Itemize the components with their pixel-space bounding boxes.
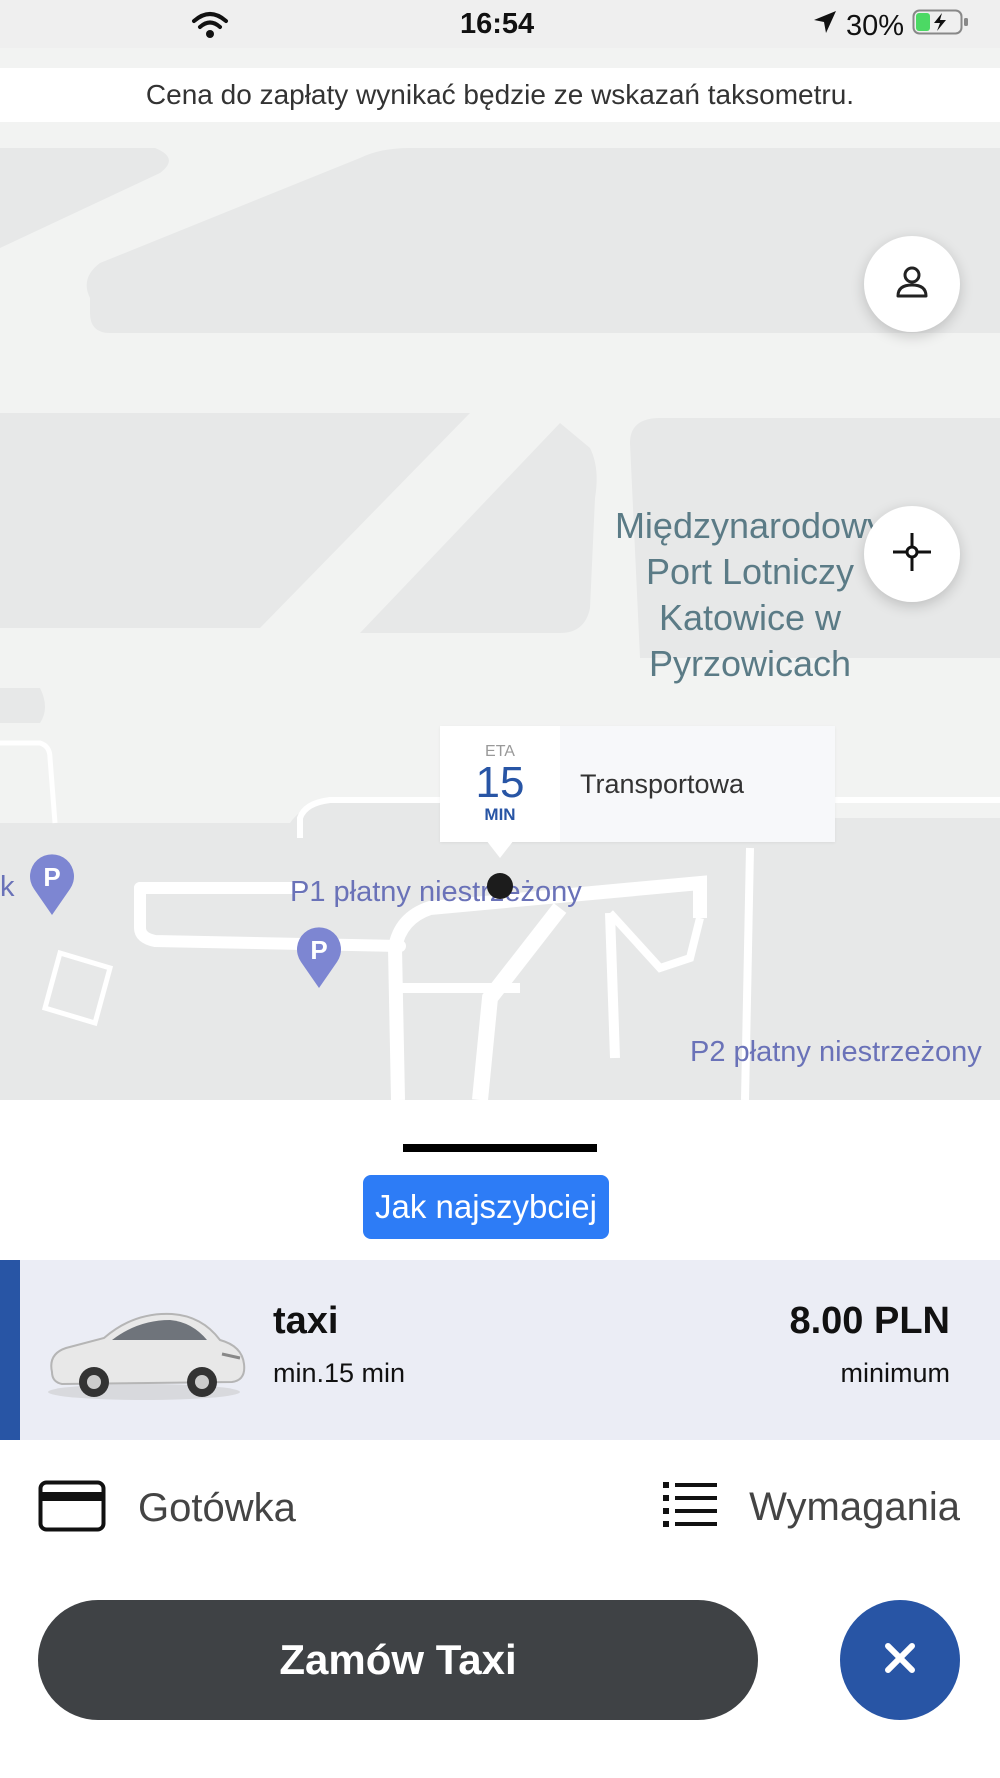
eta-value: 15 [475,758,525,807]
payment-method-button[interactable]: Gotówka [38,1480,296,1537]
order-sheet: Jak najszybciej taxi min.15 min 8.00 PLN… [0,1100,1000,1778]
airport-label-line: Katowice w [658,597,842,638]
eta-box: ETA 15 MIN [440,726,560,842]
price-notice-text: Cena do zapłaty wynikać będzie ze wskaza… [145,79,855,110]
airport-label-line: Międzynarodowy [614,505,886,546]
eta-callout[interactable]: ETA 15 MIN Transportowa [440,726,835,842]
profile-button[interactable] [864,236,960,332]
time-option-button[interactable]: Jak najszybciej [363,1175,609,1239]
status-bar: 16:54 30% [0,0,1000,48]
requirements-label: Wymagania [749,1485,960,1529]
payment-method-label: Gotówka [138,1486,296,1530]
order-taxi-button[interactable]: Zamów Taxi [38,1600,758,1720]
svg-text:P: P [310,935,327,965]
parking-label: k [0,871,15,903]
parking-marker-icon[interactable]: P [28,853,76,922]
wifi-icon [190,10,230,45]
battery-charging-icon [912,8,970,44]
service-option[interactable]: taxi min.15 min 8.00 PLN minimum [0,1260,1000,1440]
locate-icon [891,531,933,578]
eta-pointer [486,840,514,858]
profile-icon [892,262,932,307]
cancel-button[interactable] [840,1600,960,1720]
eta-unit: MIN [484,805,516,824]
sheet-drag-handle[interactable] [403,1144,597,1152]
pickup-pin [487,873,513,899]
map-view[interactable]: Cena do zapłaty wynikać będzie ze wskaza… [0,48,1000,1100]
car-icon [42,1302,247,1407]
airport-label: Międzynarodowy Port Lotniczy Katowice w … [600,503,900,687]
parking-label-p2: P2 płatny niestrzeżony [690,1036,982,1068]
status-right: 30% [812,8,970,44]
service-price: 8.00 PLN [789,1300,950,1342]
battery-percent: 30% [845,9,904,42]
requirements-button[interactable]: Wymagania [663,1480,960,1535]
svg-text:P: P [43,862,60,892]
list-icon [663,1480,718,1535]
locate-button[interactable] [864,506,960,602]
service-name: taxi [273,1300,339,1342]
credit-card-icon [38,1480,106,1537]
status-time: 16:54 [460,8,535,40]
airport-label-line: Pyrzowicach [648,643,852,684]
parking-label-p1: P1 płatny niestrzeżony [290,876,582,908]
airport-label-line: Port Lotniczy [645,551,855,592]
pickup-street: Transportowa [580,768,745,799]
close-icon [882,1640,918,1681]
service-eta: min.15 min [273,1358,406,1388]
selected-indicator [0,1260,20,1440]
price-notice: Cena do zapłaty wynikać będzie ze wskaza… [0,68,1000,122]
location-arrow-icon [812,9,838,43]
service-price-note: minimum [840,1358,950,1388]
parking-marker-icon[interactable]: P [295,926,343,995]
